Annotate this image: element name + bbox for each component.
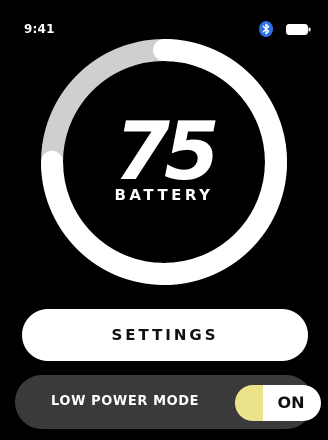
low-power-mode-label: LOW POWER MODE (51, 394, 200, 409)
battery-label: BATTERY (114, 186, 214, 204)
status-time: 9:41 (24, 22, 55, 36)
settings-button[interactable]: SETTINGS (22, 309, 308, 361)
bluetooth-icon (259, 21, 273, 37)
battery-percentage: 75 (114, 105, 219, 198)
battery-status-icon (286, 24, 311, 35)
toggle-knob (235, 385, 263, 421)
low-power-mode-toggle[interactable]: ON (235, 385, 321, 421)
toggle-state-label: ON (277, 393, 305, 412)
status-bar: 9:41 (0, 0, 328, 40)
low-power-mode-row: LOW POWER MODE ON (15, 375, 321, 429)
